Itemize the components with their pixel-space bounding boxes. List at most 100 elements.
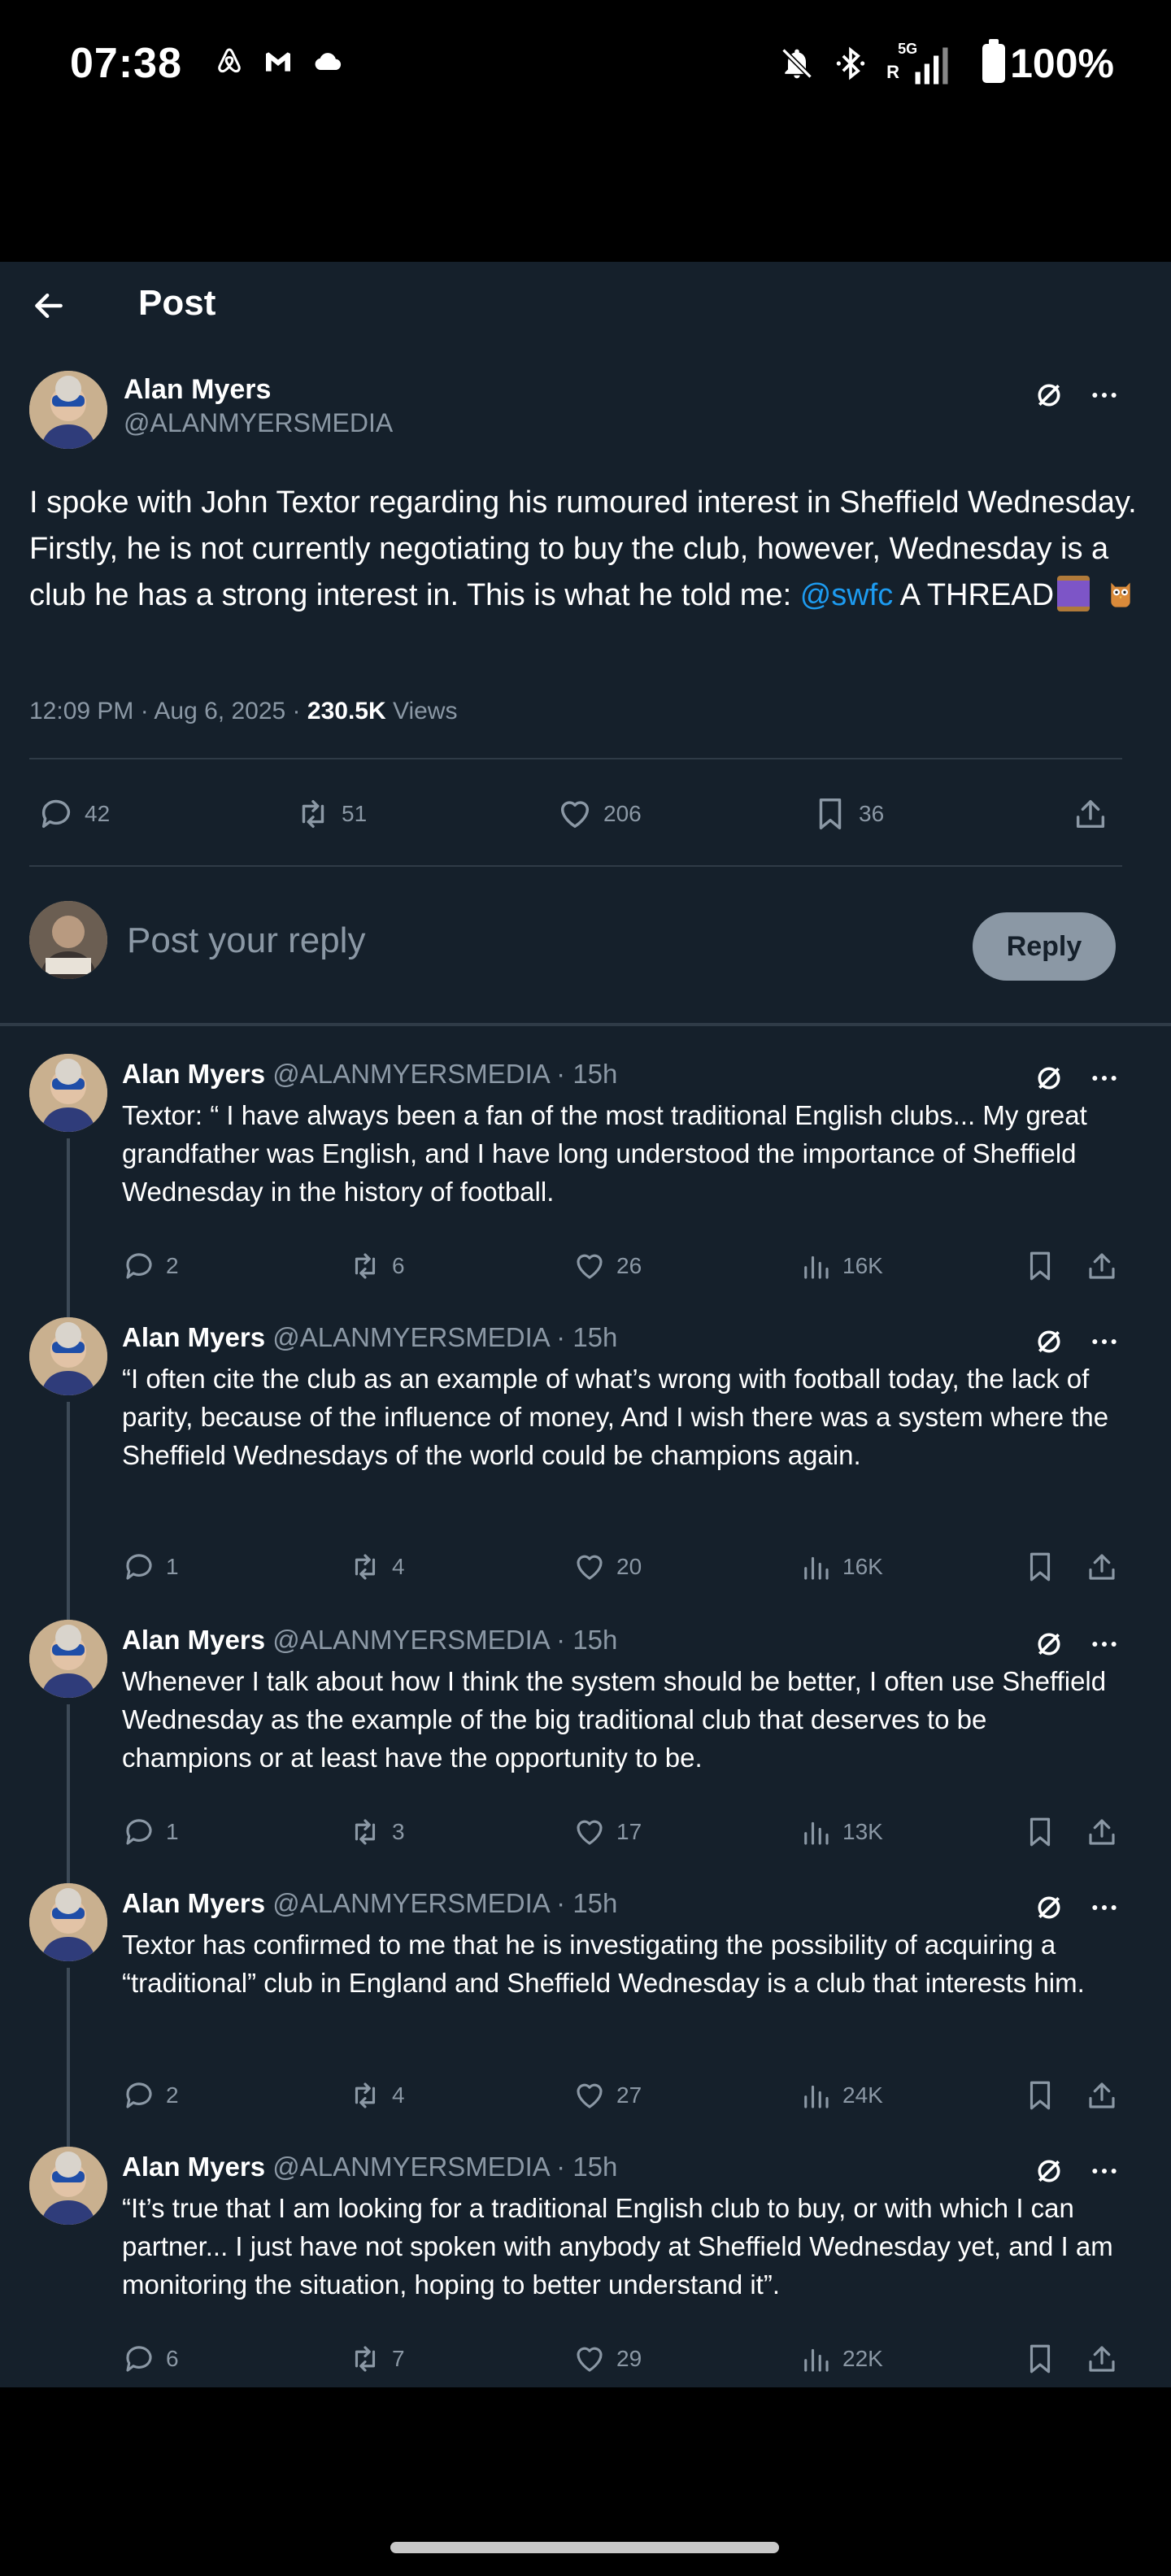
thread-reply[interactable]: Alan Myers @ALANMYERSMEDIA · 15h Textor:…: [0, 1054, 1171, 1321]
like-count: 29: [616, 2346, 642, 2371]
roaming-indicator: R: [886, 62, 899, 82]
author-avatar[interactable]: [29, 371, 107, 449]
reply-count: 6: [166, 2346, 179, 2371]
like-action[interactable]: 27: [572, 2078, 642, 2113]
reply-action[interactable]: 2: [122, 2078, 179, 2113]
bookmark-action[interactable]: 36: [812, 795, 884, 833]
grok-icon[interactable]: [1033, 379, 1065, 411]
reply-avatar[interactable]: [29, 2147, 107, 2225]
like-count: 206: [603, 801, 642, 826]
more-options-icon[interactable]: [1088, 379, 1121, 411]
bookmark-icon: [1030, 2344, 1051, 2374]
views-action[interactable]: 16K: [799, 1249, 883, 1283]
reply-text: Textor has confirmed to me that he is in…: [122, 1930, 1085, 1998]
reply-author[interactable]: Alan Myers: [122, 1322, 265, 1352]
divider: [29, 865, 1122, 867]
bookmark-action[interactable]: [1023, 1249, 1057, 1283]
my-avatar[interactable]: [29, 901, 107, 979]
share-action[interactable]: [1085, 2342, 1119, 2376]
views-count: 230.5K: [307, 698, 386, 724]
repost-count: 51: [342, 801, 368, 826]
reply-author[interactable]: Alan Myers: [122, 1059, 265, 1089]
more-options-icon[interactable]: [1088, 1628, 1121, 1660]
share-action[interactable]: [1085, 2078, 1119, 2113]
share-action[interactable]: [1072, 795, 1109, 833]
reply-count: 2: [166, 1253, 179, 1278]
bookmark-icon: [1030, 1817, 1051, 1847]
bluetooth-icon: [836, 46, 865, 80]
thread-reply[interactable]: Alan Myers @ALANMYERSMEDIA · 15h “It’s t…: [0, 2147, 1171, 2391]
reply-header: Alan Myers @ALANMYERSMEDIA · 15h: [122, 1059, 617, 1090]
view-count: 13K: [842, 1819, 883, 1844]
reply-actions: 6 7 29 22K: [0, 2342, 1171, 2387]
top-bar: Post: [0, 262, 1171, 348]
thread-reply[interactable]: Alan Myers @ALANMYERSMEDIA · 15h “I ofte…: [0, 1317, 1171, 1621]
repost-action[interactable]: 7: [348, 2342, 405, 2376]
bookmark-action[interactable]: [1023, 2342, 1057, 2376]
reply-avatar[interactable]: [29, 1883, 107, 1961]
grok-icon[interactable]: [1033, 1325, 1065, 1358]
reply-avatar[interactable]: [29, 1317, 107, 1395]
reply-text: “It’s true that I am looking for a tradi…: [122, 2193, 1113, 2300]
reply-author[interactable]: Alan Myers: [122, 1888, 265, 1918]
bookmark-action[interactable]: [1023, 2078, 1057, 2113]
author-handle[interactable]: @ALANMYERSMEDIA: [124, 408, 393, 438]
share-action[interactable]: [1085, 1550, 1119, 1584]
like-action[interactable]: 29: [572, 2342, 642, 2376]
grok-icon[interactable]: [1033, 2155, 1065, 2187]
reply-action[interactable]: 1: [122, 1815, 179, 1849]
share-action[interactable]: [1085, 1815, 1119, 1849]
repost-icon: [355, 1554, 376, 1580]
reply-count: 1: [166, 1819, 179, 1844]
views-action[interactable]: 16K: [799, 1550, 883, 1584]
battery-indicator: 100%: [982, 39, 1114, 87]
reply-count: 2: [166, 2082, 179, 2108]
view-count: 22K: [842, 2346, 883, 2371]
thread-reply[interactable]: Alan Myers @ALANMYERSMEDIA · 15h Textor …: [0, 1883, 1171, 2150]
author-name[interactable]: Alan Myers: [124, 374, 271, 406]
thread-reply[interactable]: Alan Myers @ALANMYERSMEDIA · 15h Wheneve…: [0, 1620, 1171, 1886]
like-action[interactable]: 17: [572, 1815, 642, 1849]
like-action[interactable]: 206: [556, 795, 642, 833]
repost-action[interactable]: 4: [348, 2078, 405, 2113]
grok-icon[interactable]: [1033, 1062, 1065, 1094]
repost-count: 3: [392, 1819, 405, 1844]
share-action[interactable]: [1085, 1249, 1119, 1283]
repost-action[interactable]: 51: [294, 795, 367, 833]
more-options-icon[interactable]: [1088, 2155, 1121, 2187]
views-action[interactable]: 24K: [799, 2078, 883, 2113]
reply-author[interactable]: Alan Myers: [122, 1625, 265, 1655]
reply-author[interactable]: Alan Myers: [122, 2152, 265, 2182]
reply-action[interactable]: 42: [37, 795, 110, 833]
bookmark-action[interactable]: [1023, 1550, 1057, 1584]
mention-link[interactable]: @swfc: [800, 578, 894, 612]
reply-avatar[interactable]: [29, 1054, 107, 1132]
more-options-icon[interactable]: [1088, 1325, 1121, 1358]
reply-meta: @ALANMYERSMEDIA · 15h: [265, 1322, 618, 1352]
like-action[interactable]: 20: [572, 1550, 642, 1584]
reply-action[interactable]: 1: [122, 1550, 179, 1584]
reply-text: Textor: “ I have always been a fan of th…: [122, 1100, 1087, 1207]
views-action[interactable]: 22K: [799, 2342, 883, 2376]
bookmark-action[interactable]: [1023, 1815, 1057, 1849]
home-gesture-handle[interactable]: [390, 2542, 779, 2553]
reply-button[interactable]: Reply: [973, 912, 1116, 981]
repost-action[interactable]: 4: [348, 1550, 405, 1584]
reply-avatar[interactable]: [29, 1620, 107, 1698]
repost-action[interactable]: 6: [348, 1249, 405, 1283]
reply-actions: 1 3 17 13K: [0, 1815, 1171, 1860]
grok-icon[interactable]: [1033, 1628, 1065, 1660]
more-options-icon[interactable]: [1088, 1891, 1121, 1924]
repost-action[interactable]: 3: [348, 1815, 405, 1849]
reply-action[interactable]: 6: [122, 2342, 179, 2376]
views-action[interactable]: 13K: [799, 1815, 883, 1849]
reply-header: Alan Myers @ALANMYERSMEDIA · 15h: [122, 1625, 617, 1656]
like-action[interactable]: 26: [572, 1249, 642, 1283]
more-options-icon[interactable]: [1088, 1062, 1121, 1094]
grok-icon[interactable]: [1033, 1891, 1065, 1924]
repost-count: 6: [392, 1253, 405, 1278]
back-arrow-icon[interactable]: [31, 288, 67, 324]
battery-percent: 100%: [1010, 41, 1114, 86]
reply-input[interactable]: Post your reply: [127, 920, 365, 961]
reply-action[interactable]: 2: [122, 1249, 179, 1283]
